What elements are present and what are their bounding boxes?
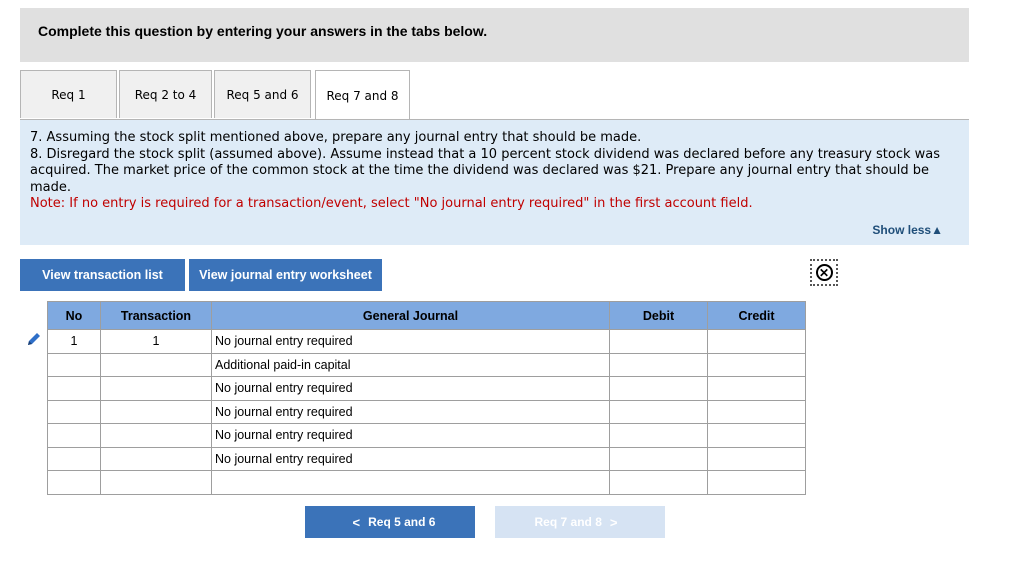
instruction-banner: Complete this question by entering your … — [20, 8, 969, 62]
close-button[interactable]: ✕ — [810, 259, 838, 286]
col-general-journal: General Journal — [211, 301, 610, 330]
view-transaction-list-button[interactable]: View transaction list — [20, 259, 185, 291]
instruction-title: Complete this question by entering your … — [38, 23, 488, 39]
journal-header-row: No Transaction General Journal Debit Cre… — [47, 301, 806, 330]
table-row: No journal entry required — [47, 376, 806, 401]
credit-field[interactable] — [707, 352, 806, 377]
credit-field[interactable] — [707, 446, 806, 471]
table-row: No journal entry required — [47, 446, 806, 471]
debit-field[interactable] — [609, 376, 708, 401]
debit-field[interactable] — [609, 423, 708, 448]
row-transaction — [100, 423, 212, 448]
question-text: 7. Assuming the stock split mentioned ab… — [30, 130, 950, 213]
row-no — [47, 423, 101, 448]
prev-req-label: Req 5 and 6 — [368, 515, 436, 529]
account-field[interactable] — [211, 470, 610, 495]
tab-req-7-and-8[interactable]: Req 7 and 8 — [315, 70, 410, 120]
next-req-button: Req 7 and 8 > — [495, 506, 665, 538]
credit-field[interactable] — [707, 399, 806, 424]
show-less-label: Show less — [872, 223, 932, 237]
next-req-label: Req 7 and 8 — [534, 515, 602, 529]
tab-req-2-to-4[interactable]: Req 2 to 4 — [119, 70, 212, 118]
journal-table: No Transaction General Journal Debit Cre… — [47, 301, 806, 495]
prev-req-button[interactable]: < Req 5 and 6 — [305, 506, 475, 538]
triangle-up-icon: ▲ — [931, 223, 943, 237]
debit-field[interactable] — [609, 352, 708, 377]
pencil-edit-icon[interactable] — [26, 331, 42, 347]
row-no: 1 — [47, 329, 101, 354]
credit-field[interactable] — [707, 329, 806, 354]
account-field[interactable]: No journal entry required — [211, 446, 610, 471]
row-transaction: 1 — [100, 329, 212, 354]
row-transaction — [100, 470, 212, 495]
question-line-7: 7. Assuming the stock split mentioned ab… — [30, 130, 642, 145]
col-credit: Credit — [707, 301, 806, 330]
col-no: No — [47, 301, 101, 330]
credit-field[interactable] — [707, 470, 806, 495]
row-no — [47, 376, 101, 401]
question-note: Note: If no entry is required for a tran… — [30, 196, 753, 211]
debit-field[interactable] — [609, 446, 708, 471]
col-debit: Debit — [609, 301, 708, 330]
debit-field[interactable] — [609, 470, 708, 495]
table-row: Additional paid-in capital — [47, 352, 806, 377]
debit-field[interactable] — [609, 329, 708, 354]
debit-field[interactable] — [609, 399, 708, 424]
table-row: No journal entry required — [47, 423, 806, 448]
row-no — [47, 352, 101, 377]
chevron-right-icon: > — [609, 514, 618, 530]
account-field[interactable]: No journal entry required — [211, 423, 610, 448]
row-no — [47, 446, 101, 471]
tab-req-1[interactable]: Req 1 — [20, 70, 117, 118]
chevron-left-icon: < — [352, 514, 361, 530]
close-icon: ✕ — [815, 264, 833, 281]
row-transaction — [100, 352, 212, 377]
table-row: No journal entry required — [47, 399, 806, 424]
question-line-8: 8. Disregard the stock split (assumed ab… — [30, 146, 941, 195]
table-row: 1 1 No journal entry required — [47, 329, 806, 354]
col-transaction: Transaction — [100, 301, 212, 330]
table-row — [47, 470, 806, 495]
view-journal-worksheet-button[interactable]: View journal entry worksheet — [189, 259, 382, 291]
account-field[interactable]: No journal entry required — [211, 376, 610, 401]
account-field[interactable]: Additional paid-in capital — [211, 352, 610, 377]
question-panel: 7. Assuming the stock split mentioned ab… — [20, 120, 969, 245]
row-transaction — [100, 399, 212, 424]
account-field[interactable]: No journal entry required — [211, 329, 610, 354]
credit-field[interactable] — [707, 423, 806, 448]
show-less-link[interactable]: Show less▲ — [872, 223, 943, 237]
credit-field[interactable] — [707, 376, 806, 401]
row-no — [47, 470, 101, 495]
account-field[interactable]: No journal entry required — [211, 399, 610, 424]
row-transaction — [100, 376, 212, 401]
tab-req-5-and-6[interactable]: Req 5 and 6 — [214, 70, 311, 118]
row-no — [47, 399, 101, 424]
row-transaction — [100, 446, 212, 471]
